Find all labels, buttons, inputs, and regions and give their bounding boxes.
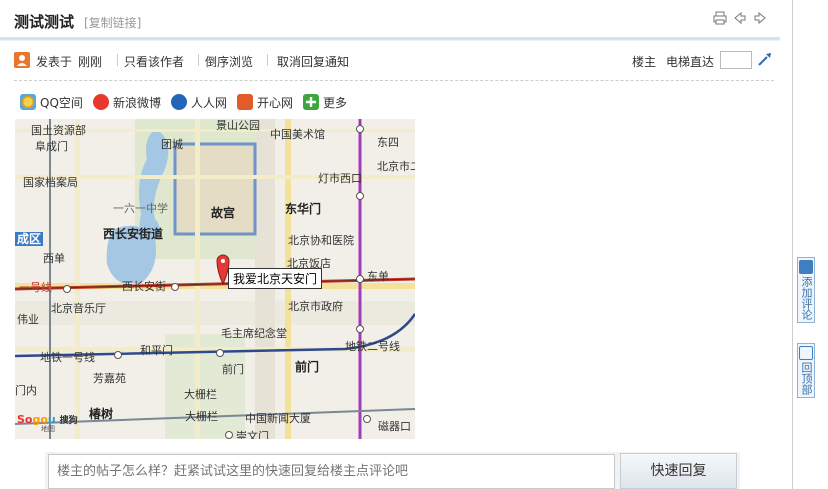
map-label: 前门 bbox=[295, 360, 320, 374]
share-weibo[interactable]: 新浪微博 bbox=[93, 92, 161, 112]
floor-jump-input[interactable] bbox=[720, 51, 752, 69]
map-label: 故宫 bbox=[211, 206, 236, 220]
map-label: 崇文门 bbox=[236, 430, 269, 440]
map-label: 成区 bbox=[15, 232, 44, 246]
map-label: 和平门 bbox=[140, 344, 173, 357]
share-qzone-label: QQ空间 bbox=[40, 95, 83, 110]
thread-title: 测试测试 bbox=[14, 13, 75, 31]
map-label: 芳嘉苑 bbox=[93, 372, 126, 385]
share-renren[interactable]: 人人网 bbox=[171, 92, 227, 112]
map-label: 一六一中学 bbox=[113, 202, 168, 215]
meta-separator bbox=[117, 54, 118, 66]
quick-reply-input[interactable] bbox=[48, 454, 615, 489]
map-label: 门内 bbox=[15, 384, 37, 397]
map-label: 西长安街道 bbox=[103, 227, 164, 241]
posted-label: 发表于 bbox=[36, 55, 73, 69]
map-label: 西长安街 bbox=[122, 280, 166, 293]
page-scroll-edge bbox=[792, 0, 793, 489]
map-label: 团城 bbox=[161, 138, 183, 151]
cancel-notify-link[interactable]: 取消回复通知 bbox=[277, 53, 349, 70]
only-author-link[interactable]: 只看该作者 bbox=[124, 53, 184, 70]
map-label: 中国美术馆 bbox=[270, 128, 325, 141]
posted-time: 刚刚 bbox=[78, 55, 103, 69]
back-to-top-label: 回顶部 bbox=[800, 362, 813, 395]
map-label: 地铁二号线 bbox=[345, 340, 400, 353]
copy-link-button[interactable]: [复制链接] bbox=[84, 14, 141, 31]
share-weibo-label: 新浪微博 bbox=[113, 95, 162, 110]
map-label: 北京音乐厅 bbox=[51, 302, 106, 315]
floor-owner-label: 楼主 bbox=[632, 55, 657, 69]
arrow-up-icon bbox=[799, 346, 813, 360]
thread-header: 测试测试 [复制链接] bbox=[14, 8, 774, 38]
share-more-label: 更多 bbox=[323, 95, 348, 110]
meta-separator bbox=[198, 54, 199, 66]
post-meta-bar: 发表于 刚刚 只看该作者 倒序浏览 取消回复通知 楼主 电梯直达 bbox=[14, 50, 774, 72]
map-label: 前门 bbox=[222, 363, 244, 376]
map-label: 毛主席纪念堂 bbox=[221, 327, 287, 340]
sogou-map-logo: Sogou 搜狗 地图 bbox=[17, 413, 78, 433]
quick-reply-bar: 快速回复 bbox=[45, 452, 740, 489]
map-label: 西单 bbox=[43, 252, 65, 265]
map-label: 东单 bbox=[367, 270, 389, 283]
map-label: 东四 bbox=[377, 136, 399, 149]
map-label: 国土资源部 bbox=[31, 124, 86, 137]
plus-icon bbox=[303, 94, 319, 110]
weibo-icon bbox=[93, 94, 109, 110]
prev-thread-icon[interactable] bbox=[732, 10, 748, 26]
kaixin-icon bbox=[237, 94, 253, 110]
map-label: 国家档案局 bbox=[23, 176, 78, 189]
map-label: 中国新闻大厦 bbox=[245, 412, 311, 425]
map-label: 大栅栏 bbox=[185, 410, 218, 423]
map-label: 椿树 bbox=[89, 407, 114, 421]
map-label: 北京协和医院 bbox=[288, 234, 354, 247]
map-label: 北京市二 bbox=[377, 160, 415, 173]
quick-reply-button[interactable]: 快速回复 bbox=[620, 453, 737, 489]
post-page: 测试测试 [复制链接] 发表于 刚刚 只看该作者 倒序浏览 取消回复通知 楼主 … bbox=[0, 0, 828, 489]
map-label: 灯市西口 bbox=[318, 172, 362, 185]
elevator-label: 电梯直达 bbox=[666, 55, 715, 69]
renren-icon bbox=[171, 94, 187, 110]
map-label: 大栅栏 bbox=[184, 388, 217, 401]
jump-go-icon[interactable] bbox=[757, 51, 773, 70]
user-icon bbox=[14, 52, 30, 71]
add-comment-button[interactable]: 添加评论 bbox=[797, 257, 815, 323]
share-kaixin-label: 开心网 bbox=[257, 95, 294, 110]
reverse-order-link[interactable]: 倒序浏览 bbox=[205, 53, 253, 70]
header-divider-shadow bbox=[0, 40, 780, 41]
qzone-icon bbox=[20, 94, 36, 110]
meta-separator bbox=[267, 54, 268, 66]
print-icon[interactable] bbox=[712, 10, 728, 26]
map-label: 一号线 bbox=[19, 281, 52, 294]
back-to-top-button[interactable]: 回顶部 bbox=[797, 343, 815, 398]
share-kaixin[interactable]: 开心网 bbox=[237, 92, 293, 112]
meta-divider bbox=[14, 80, 774, 81]
map-marker-label: 我爱北京天安门 bbox=[228, 268, 323, 289]
add-comment-label: 添加评论 bbox=[800, 276, 813, 320]
map-label: 阜成门 bbox=[35, 140, 68, 153]
share-renren-label: 人人网 bbox=[191, 95, 228, 110]
map-label: 东华门 bbox=[285, 202, 322, 216]
map-label: 景山公园 bbox=[216, 119, 260, 132]
share-qzone[interactable]: QQ空间 bbox=[20, 92, 83, 112]
map-label: 伟业 bbox=[17, 313, 39, 326]
edit-icon bbox=[799, 260, 813, 274]
share-more[interactable]: 更多 bbox=[303, 92, 347, 112]
map-image[interactable]: 国土资源部 阜成门 景山公园 中国美术馆 团城 东四 北京市二 国家档案局 灯市… bbox=[15, 119, 415, 439]
map-label: 磁器口 bbox=[378, 420, 411, 433]
share-bar: QQ空间 新浪微博 人人网 开心网 更多 bbox=[20, 92, 420, 112]
next-thread-icon[interactable] bbox=[752, 10, 768, 26]
map-label: 北京市政府 bbox=[288, 300, 343, 313]
map-label: 地铁一号线 bbox=[40, 351, 95, 364]
